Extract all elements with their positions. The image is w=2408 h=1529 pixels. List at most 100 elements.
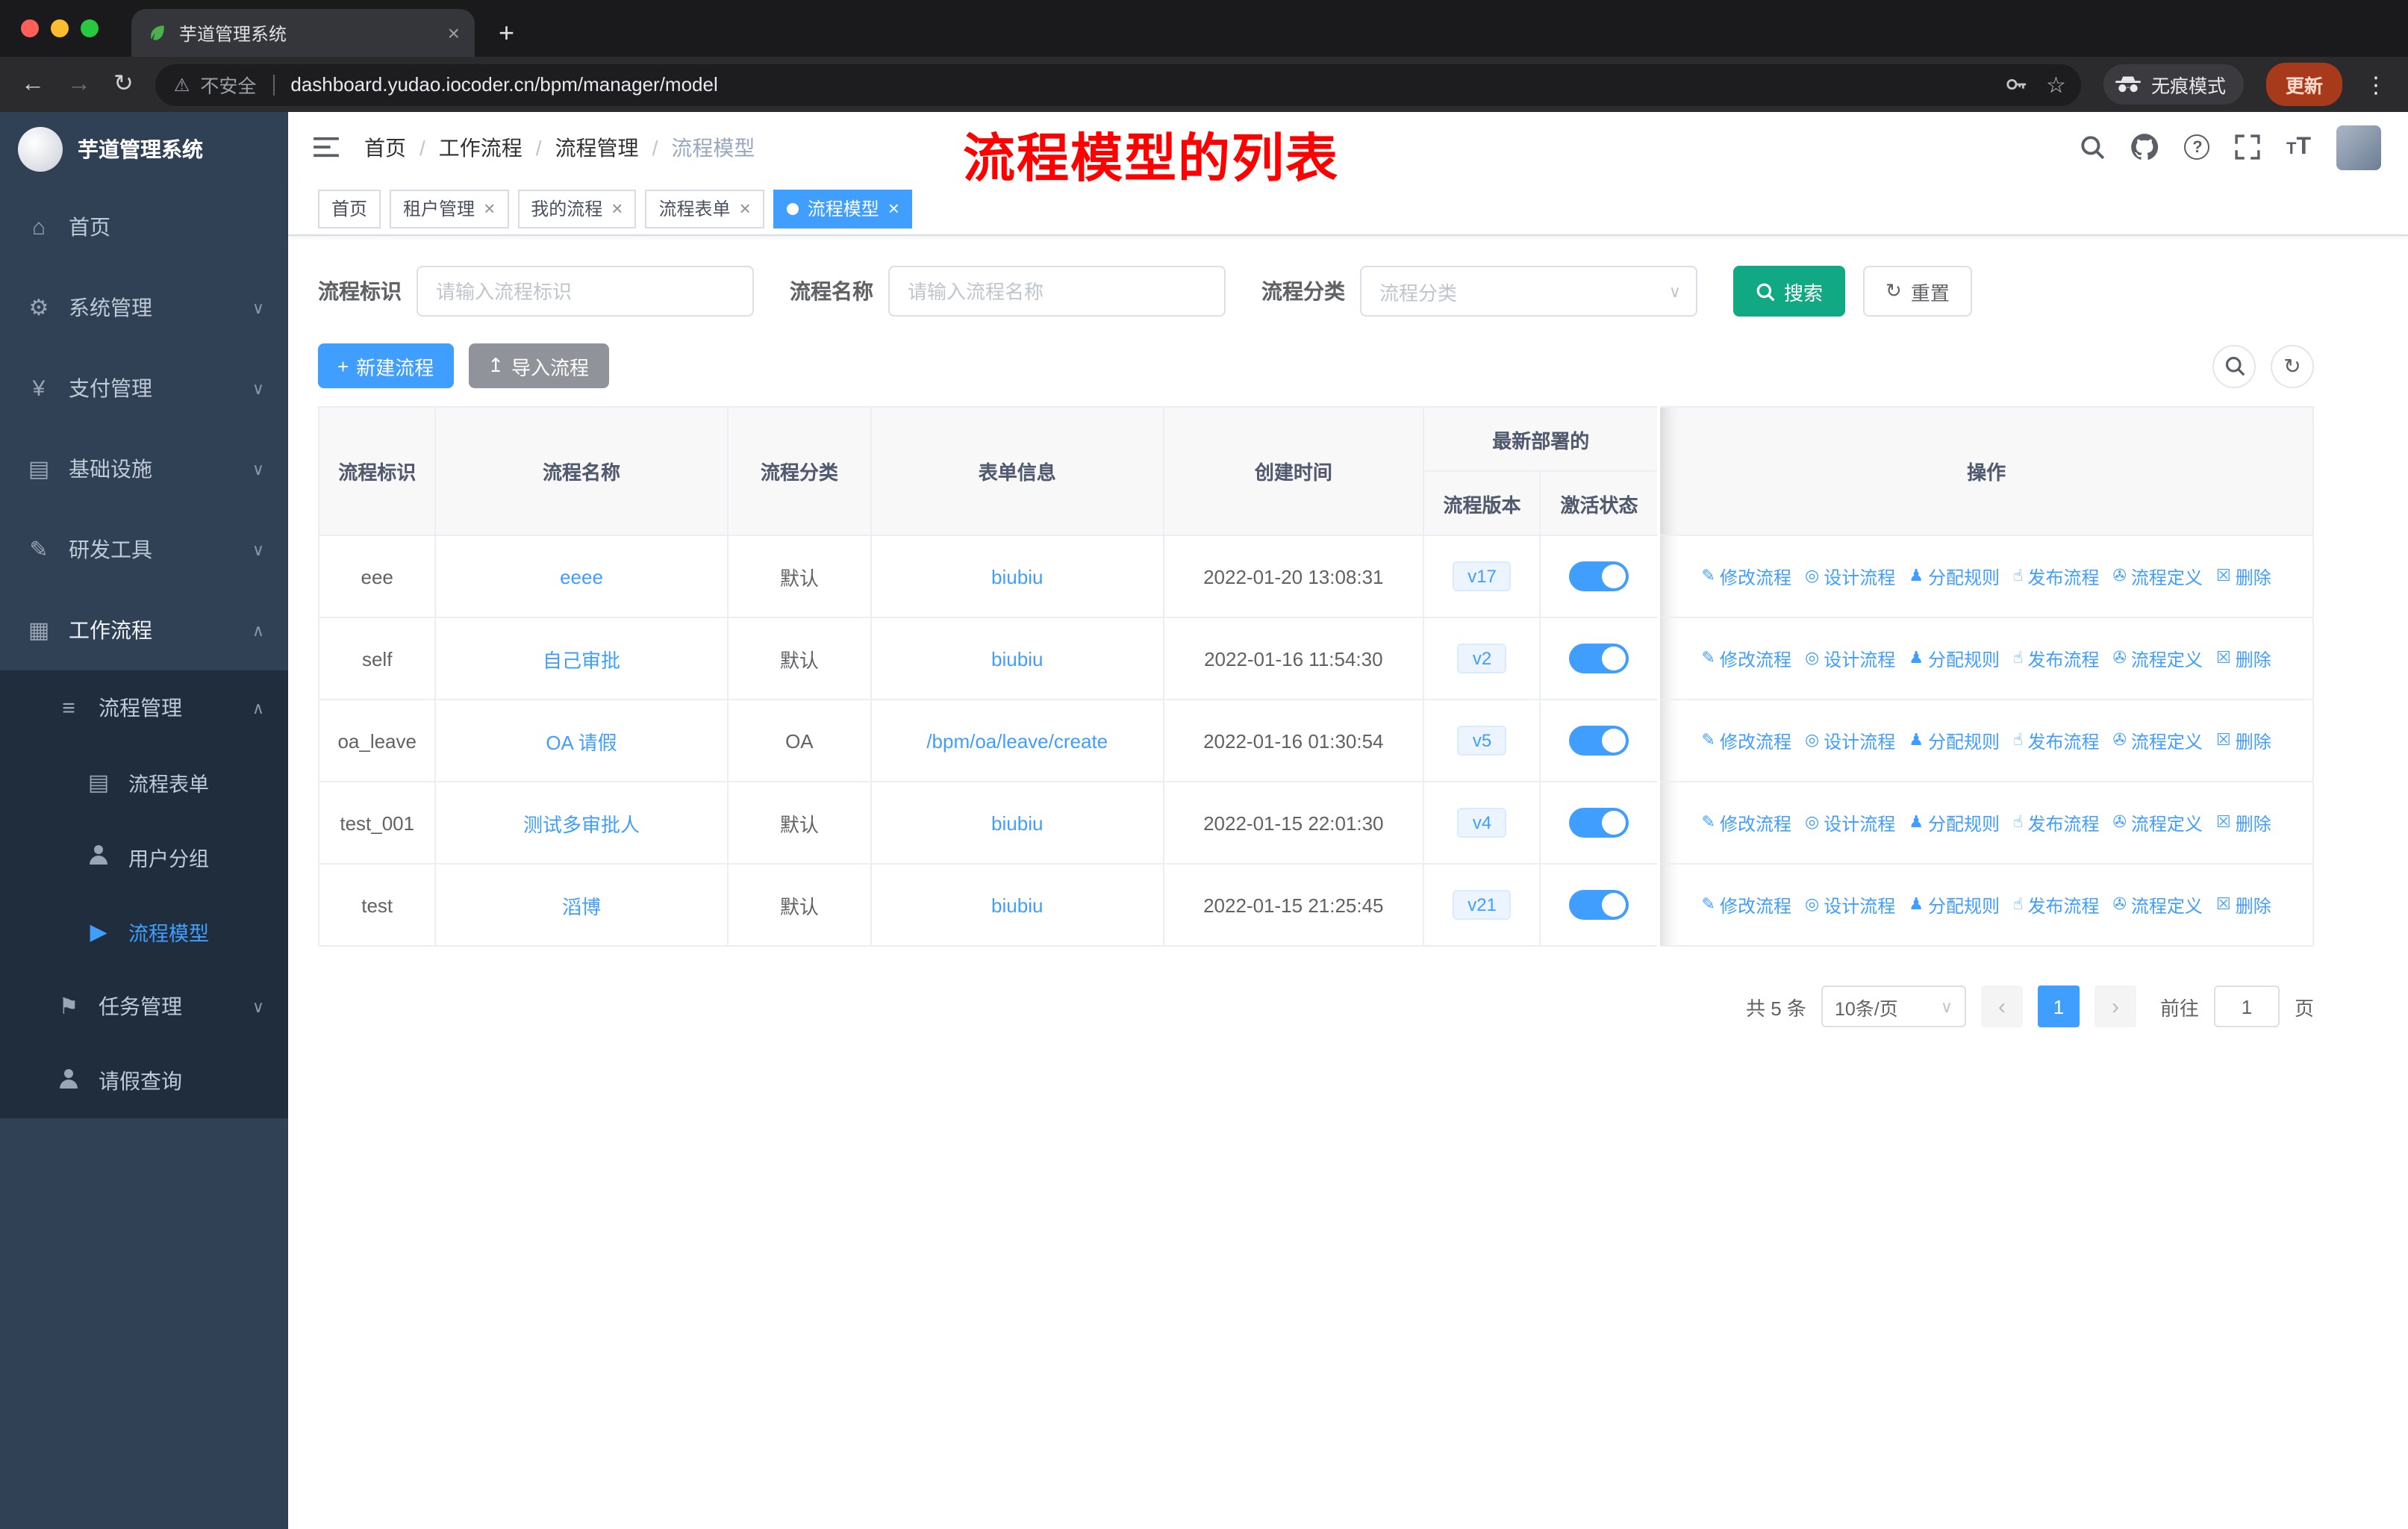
process-name-link[interactable]: eeee <box>560 565 603 588</box>
forward-button[interactable]: → <box>67 72 91 96</box>
delete-link[interactable]: ☒ 删除 <box>2216 564 2271 589</box>
next-page-button[interactable]: › <box>2094 985 2136 1027</box>
breadcrumb-process-manage[interactable]: 流程管理 <box>555 132 639 162</box>
tab-close-icon[interactable]: × <box>448 21 460 45</box>
process-definition-link[interactable]: ✇ 流程定义 <box>2112 646 2202 671</box>
column-header-name[interactable]: 流程名称 <box>434 406 729 536</box>
refresh-table-button[interactable]: ↻ <box>2271 344 2314 387</box>
sidebar-item-infrastructure[interactable]: ▤ 基础设施 ∨ <box>0 429 288 509</box>
browser-menu-icon[interactable]: ⋮ <box>2365 71 2387 98</box>
design-process-link[interactable]: ◎ 设计流程 <box>1805 810 1895 835</box>
process-name-link[interactable]: 滔博 <box>562 895 601 918</box>
design-process-link[interactable]: ◎ 设计流程 <box>1805 728 1895 753</box>
tag-process-form[interactable]: 流程表单 × <box>645 189 764 228</box>
sidebar-item-process-manage[interactable]: ≡ 流程管理 ∧ <box>0 670 288 745</box>
process-definition-link[interactable]: ✇ 流程定义 <box>2112 728 2202 753</box>
sidebar-item-task-manage[interactable]: ⚑ 任务管理 ∨ <box>0 969 288 1044</box>
sidebar-item-devtools[interactable]: ✎ 研发工具 ∨ <box>0 509 288 590</box>
breadcrumb-workflow[interactable]: 工作流程 <box>439 132 523 162</box>
form-info-link[interactable]: biubiu <box>991 894 1043 916</box>
prev-page-button[interactable]: ‹ <box>1980 985 2023 1027</box>
search-icon[interactable] <box>2080 134 2106 160</box>
design-process-link[interactable]: ◎ 设计流程 <box>1805 564 1895 589</box>
update-button[interactable]: 更新 <box>2265 63 2342 106</box>
process-name-link[interactable]: 测试多审批人 <box>523 813 640 835</box>
assign-rule-link[interactable]: ♟ 分配规则 <box>1909 646 2000 671</box>
column-header-status[interactable]: 激活状态 <box>1539 470 1660 536</box>
tag-home[interactable]: 首页 <box>318 189 381 228</box>
process-name-link[interactable]: 自己审批 <box>543 649 620 671</box>
modify-process-link[interactable]: ✎ 修改流程 <box>1702 564 1791 589</box>
modify-process-link[interactable]: ✎ 修改流程 <box>1702 810 1791 835</box>
delete-link[interactable]: ☒ 删除 <box>2216 810 2271 835</box>
column-header-key[interactable]: 流程标识 <box>317 406 437 536</box>
delete-link[interactable]: ☒ 删除 <box>2216 646 2271 671</box>
process-definition-link[interactable]: ✇ 流程定义 <box>2112 564 2202 589</box>
form-info-link[interactable]: /bpm/oa/leave/create <box>926 729 1108 752</box>
window-zoom-button[interactable] <box>81 19 99 37</box>
modify-process-link[interactable]: ✎ 修改流程 <box>1702 646 1791 671</box>
github-icon[interactable] <box>2131 133 2159 161</box>
form-info-link[interactable]: biubiu <box>991 812 1043 834</box>
assign-rule-link[interactable]: ♟ 分配规则 <box>1909 810 2000 835</box>
publish-process-link[interactable]: ☝ 发布流程 <box>2013 892 2099 918</box>
window-minimize-button[interactable] <box>51 19 69 37</box>
close-icon[interactable]: × <box>740 197 751 219</box>
tag-process-model[interactable]: 流程模型 × <box>773 189 913 228</box>
status-toggle[interactable] <box>1569 890 1629 920</box>
design-process-link[interactable]: ◎ 设计流程 <box>1805 892 1895 918</box>
reset-button[interactable]: ↻ 重置 <box>1863 266 1972 317</box>
sidebar-item-process-model[interactable]: ▶ 流程模型 <box>0 894 288 969</box>
process-definition-link[interactable]: ✇ 流程定义 <box>2112 892 2202 918</box>
sidebar-item-workflow[interactable]: ▦ 工作流程 ∧ <box>0 590 288 670</box>
design-process-link[interactable]: ◎ 设计流程 <box>1805 646 1895 671</box>
sidebar-item-payment[interactable]: ¥ 支付管理 ∨ <box>0 348 288 429</box>
assign-rule-link[interactable]: ♟ 分配规则 <box>1909 564 2000 589</box>
process-key-input[interactable] <box>417 266 754 317</box>
status-toggle[interactable] <box>1569 726 1629 756</box>
page-number-button[interactable]: 1 <box>2037 985 2080 1027</box>
user-avatar[interactable] <box>2336 125 2381 169</box>
reload-button[interactable]: ↻ <box>113 72 134 96</box>
close-icon[interactable]: × <box>611 197 623 219</box>
delete-link[interactable]: ☒ 删除 <box>2216 728 2271 753</box>
import-process-button[interactable]: ↥ 导入流程 <box>468 343 609 388</box>
version-badge[interactable]: v2 <box>1457 644 1507 673</box>
publish-process-link[interactable]: ☝ 发布流程 <box>2013 728 2099 753</box>
assign-rule-link[interactable]: ♟ 分配规则 <box>1909 892 2000 918</box>
goto-page-input[interactable] <box>2213 985 2280 1027</box>
status-toggle[interactable] <box>1569 808 1629 838</box>
security-warning-icon[interactable]: ⚠ <box>174 74 190 95</box>
process-name-link[interactable]: OA 请假 <box>546 731 617 753</box>
font-size-icon[interactable]: TT <box>2286 134 2311 159</box>
toggle-search-button[interactable] <box>2212 344 2256 387</box>
password-key-icon[interactable] <box>2004 73 2027 96</box>
version-badge[interactable]: v5 <box>1457 726 1507 756</box>
assign-rule-link[interactable]: ♟ 分配规则 <box>1909 728 2000 753</box>
bookmark-star-icon[interactable]: ☆ <box>2046 71 2066 98</box>
sidebar-item-home[interactable]: ⌂ 首页 <box>0 187 288 267</box>
sidebar-item-system[interactable]: ⚙ 系统管理 ∨ <box>0 267 288 348</box>
sidebar-collapse-button[interactable] <box>312 136 340 158</box>
form-info-link[interactable]: biubiu <box>991 565 1043 588</box>
publish-process-link[interactable]: ☝ 发布流程 <box>2013 646 2099 671</box>
sidebar-item-user-group[interactable]: 用户分组 <box>0 820 288 894</box>
address-bar[interactable]: ⚠ 不安全 dashboard.yudao.iocoder.cn/bpm/man… <box>155 63 2081 105</box>
status-toggle[interactable] <box>1569 561 1629 591</box>
window-close-button[interactable] <box>21 19 39 37</box>
column-header-created[interactable]: 创建时间 <box>1162 406 1425 536</box>
column-header-form[interactable]: 表单信息 <box>870 406 1164 536</box>
version-badge[interactable]: v21 <box>1453 890 1512 920</box>
column-header-version[interactable]: 流程版本 <box>1423 470 1541 536</box>
create-process-button[interactable]: + 新建流程 <box>318 343 454 388</box>
modify-process-link[interactable]: ✎ 修改流程 <box>1702 728 1791 753</box>
back-button[interactable]: ← <box>21 72 45 96</box>
version-badge[interactable]: v4 <box>1457 808 1507 838</box>
tag-my-process[interactable]: 我的流程 × <box>517 189 637 228</box>
process-name-input[interactable] <box>888 266 1226 317</box>
publish-process-link[interactable]: ☝ 发布流程 <box>2013 810 2099 835</box>
form-info-link[interactable]: biubiu <box>991 647 1043 670</box>
sidebar-item-leave-query[interactable]: 请假查询 <box>0 1044 288 1118</box>
modify-process-link[interactable]: ✎ 修改流程 <box>1702 892 1791 918</box>
breadcrumb-home[interactable]: 首页 <box>364 132 406 162</box>
